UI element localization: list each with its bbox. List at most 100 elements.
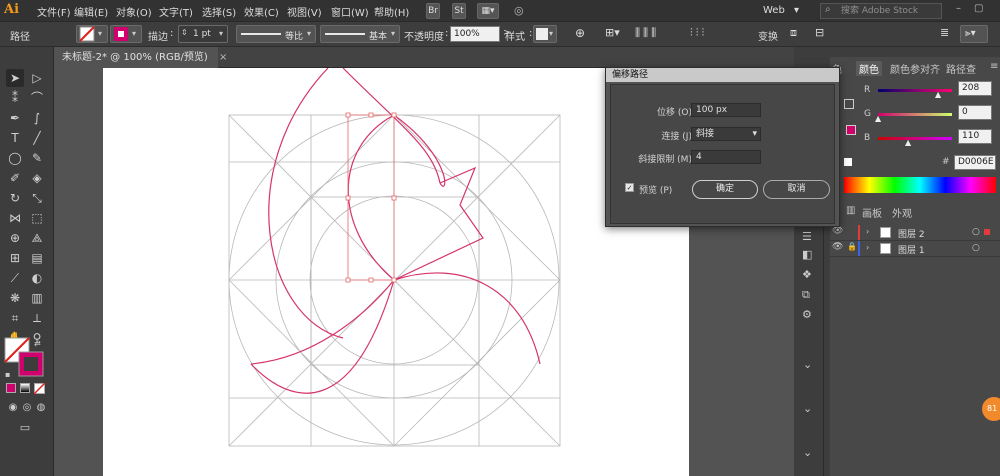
lasso-tool-icon[interactable]: ⌒ <box>28 89 46 107</box>
menu-effect[interactable]: 效果(C) <box>244 4 279 19</box>
target-icon[interactable]: ○ <box>972 227 980 237</box>
color-spectrum[interactable] <box>844 177 996 193</box>
distribute-buttons-icon[interactable]: ⫶⫶⫶ <box>690 26 707 40</box>
collapse-icon[interactable]: ⌄ <box>803 402 812 415</box>
maximize-icon[interactable]: ▢ <box>974 3 983 14</box>
menu-select[interactable]: 选择(S) <box>202 4 236 19</box>
slice-tool-icon[interactable]: ⟂ <box>28 309 46 327</box>
artboards-icon[interactable]: ⧉ <box>802 288 810 302</box>
symbol-sprayer-tool-icon[interactable]: ❋ <box>6 289 24 307</box>
g-slider[interactable] <box>878 113 952 116</box>
r-value-field[interactable]: 208 <box>958 81 992 96</box>
stroke-swatch[interactable] <box>846 125 856 135</box>
slider-thumb-icon[interactable]: ▲ <box>875 114 881 123</box>
stroke-weight-field[interactable]: ⇕ 1 pt ▾ <box>178 25 228 43</box>
target-icon[interactable]: ○ <box>972 243 980 253</box>
collapse-icon[interactable]: ⌄ <box>803 446 812 459</box>
artboard[interactable] <box>103 68 689 476</box>
bounding-handle[interactable] <box>368 112 374 118</box>
tab-artboards[interactable]: 画板 <box>862 205 882 220</box>
free-transform-tool-icon[interactable]: ⬚ <box>28 209 46 227</box>
menu-object[interactable]: 对象(O) <box>116 4 152 19</box>
graphic-style-dropdown[interactable]: ▾ <box>533 25 557 43</box>
bounding-handle[interactable] <box>368 277 374 283</box>
color-mode-button[interactable] <box>6 383 16 393</box>
direct-selection-tool-icon[interactable]: ▷ <box>28 69 46 87</box>
arrange-documents-button[interactable]: ▦▾ <box>477 3 499 19</box>
style-label[interactable]: 样式 <box>505 28 525 43</box>
shape-builder-tool-icon[interactable]: ⊕ <box>6 229 24 247</box>
isolate-group-icon[interactable]: ⊟ <box>815 26 824 39</box>
stroke-swatch-dropdown[interactable]: ▾ <box>110 25 142 43</box>
gradient-tool-icon[interactable]: ▤ <box>28 249 46 267</box>
preview-label[interactable]: 预览 (P) <box>639 183 672 196</box>
offset-input[interactable]: 100 px <box>691 103 761 117</box>
cancel-button[interactable]: 取消 <box>763 180 830 199</box>
mesh-tool-icon[interactable]: ⊞ <box>6 249 24 267</box>
b-slider[interactable] <box>878 137 952 140</box>
bounding-handle[interactable] <box>391 112 397 118</box>
stock-search-input[interactable]: 搜索 Adobe Stock <box>820 3 942 19</box>
shaper-tool-icon[interactable]: ✐ <box>6 169 24 187</box>
stock-button[interactable]: St <box>452 3 466 19</box>
tab-pathfinder[interactable]: 路径查 <box>946 61 976 76</box>
arrange-panels-button[interactable]: ⫸▾ <box>960 25 988 43</box>
artwork[interactable] <box>103 68 689 476</box>
menu-edit[interactable]: 编辑(E) <box>74 4 108 19</box>
g-value-field[interactable]: 0 <box>958 105 992 120</box>
swatches-icon[interactable]: ◧ <box>802 248 812 261</box>
preview-checkbox[interactable]: ✓ <box>625 183 634 192</box>
fill-swatch[interactable] <box>844 99 854 109</box>
ok-button[interactable]: 确定 <box>692 180 758 199</box>
none-mode-button[interactable] <box>34 383 46 395</box>
document-tab[interactable]: 未标题-2* @ 100% (RGB/预览) × <box>54 47 227 68</box>
gpu-performance-icon[interactable]: ◎ <box>514 4 524 17</box>
screen-mode-icon[interactable]: ▭ <box>16 419 34 437</box>
artboard-tool-icon[interactable]: ⌗ <box>6 309 24 327</box>
align-buttons-icon[interactable]: ⫼⫼⫼ <box>635 26 659 40</box>
menu-view[interactable]: 视图(V) <box>287 4 322 19</box>
curvature-tool-icon[interactable]: ∫ <box>28 109 46 127</box>
expand-arrow-icon[interactable]: › <box>866 227 869 236</box>
tab-color-guide[interactable]: 颜色参 <box>890 61 920 76</box>
stroke-label[interactable]: 描边 <box>148 28 168 43</box>
hex-value-field[interactable]: D0006E <box>954 155 996 170</box>
tab-appearance[interactable]: 外观 <box>892 205 912 220</box>
eye-icon[interactable]: 👁 <box>832 226 843 236</box>
width-tool-icon[interactable]: ⋈ <box>6 209 24 227</box>
panel-tab-icon[interactable]: ▥ <box>846 205 855 216</box>
slider-thumb-icon[interactable]: ▲ <box>935 90 941 99</box>
opacity-field[interactable]: 100% <box>450 26 500 42</box>
layer-row[interactable]: 👁 🔒 › 图层 1 ○ <box>830 241 1000 257</box>
menu-help[interactable]: 帮助(H) <box>374 4 409 19</box>
draw-inside-icon[interactable]: ◍ <box>32 399 50 417</box>
transform-link[interactable]: 变换 <box>758 28 778 43</box>
layer-name[interactable]: 图层 2 <box>898 227 925 240</box>
minimize-icon[interactable]: – <box>956 3 961 14</box>
layer-name[interactable]: 图层 1 <box>898 243 925 256</box>
close-icon[interactable]: × <box>219 52 227 63</box>
bounding-handle[interactable] <box>345 277 351 283</box>
isolate-icon[interactable]: ⧈ <box>790 26 797 40</box>
perspective-grid-tool-icon[interactable]: ⟁ <box>28 229 46 247</box>
layers-icon[interactable]: ☰ <box>802 230 812 243</box>
panel-menu-icon[interactable]: ≡ <box>990 61 998 72</box>
bounding-handle[interactable] <box>391 195 397 201</box>
menu-window[interactable]: 窗口(W) <box>331 4 369 19</box>
bounding-handle[interactable] <box>345 195 351 201</box>
eye-icon[interactable]: 👁 <box>832 242 843 252</box>
variable-width-profile[interactable]: 等比 ▾ <box>236 25 316 43</box>
line-tool-icon[interactable]: ╱ <box>28 129 46 147</box>
fill-swatch-dropdown[interactable]: ▾ <box>76 25 108 43</box>
white-swatch[interactable] <box>844 158 852 166</box>
recolor-artwork-icon[interactable]: ⊕ <box>575 26 585 40</box>
eyedropper-tool-icon[interactable]: ⟋ <box>6 269 24 287</box>
opacity-label[interactable]: 不透明度 <box>404 28 444 43</box>
bounding-handle[interactable] <box>391 277 397 283</box>
b-value-field[interactable]: 110 <box>958 129 992 144</box>
menu-file[interactable]: 文件(F) <box>37 4 71 19</box>
slider-thumb-icon[interactable]: ▲ <box>905 138 911 147</box>
column-graph-tool-icon[interactable]: ▥ <box>28 289 46 307</box>
rotate-tool-icon[interactable]: ↻ <box>6 189 24 207</box>
pen-tool-icon[interactable]: ✒ <box>6 109 24 127</box>
